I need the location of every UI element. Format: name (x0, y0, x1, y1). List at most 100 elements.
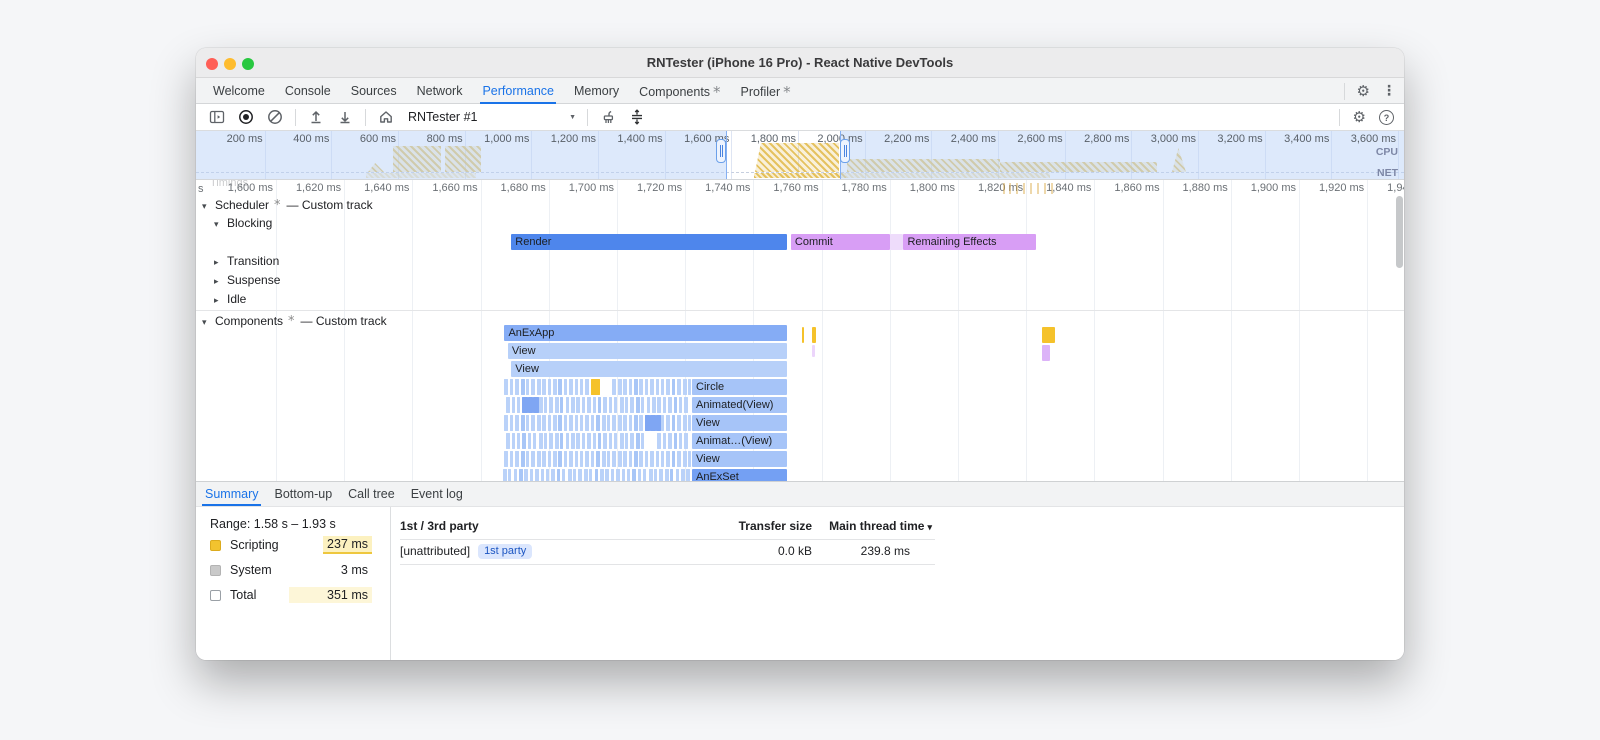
track-header-scheduler[interactable]: ▾ Scheduler * — Custom track (202, 198, 373, 213)
component-activity-bar[interactable] (597, 433, 602, 449)
component-activity-bar[interactable] (661, 451, 665, 467)
activity-marker[interactable] (811, 327, 817, 343)
component-activity-bar[interactable] (650, 451, 655, 467)
component-activity-bar[interactable] (634, 451, 639, 467)
component-activity-bar[interactable] (677, 415, 681, 431)
component-activity-bar[interactable] (678, 433, 683, 449)
home-icon[interactable] (377, 108, 395, 126)
component-activity-bar[interactable] (596, 451, 600, 467)
flame-bar-render[interactable]: Render (511, 234, 788, 250)
component-activity-bar[interactable] (644, 451, 649, 467)
component-activity-bar[interactable] (670, 469, 674, 481)
component-activity-bar[interactable] (590, 451, 595, 467)
component-activity-bar[interactable] (563, 415, 568, 431)
component-activity-bar[interactable] (623, 379, 627, 395)
component-activity-bar[interactable] (558, 451, 562, 467)
component-activity-bar[interactable] (547, 379, 551, 395)
activity-marker[interactable] (1041, 327, 1055, 343)
component-activity-bar[interactable] (607, 415, 611, 431)
component-activity-bar[interactable] (585, 415, 590, 431)
component-activity-bar[interactable] (565, 433, 569, 449)
component-activity-bar[interactable] (553, 379, 558, 395)
clear-icon[interactable] (266, 108, 284, 126)
component-activity-bar[interactable] (673, 433, 677, 449)
component-activity-bar[interactable] (653, 469, 658, 481)
component-activity-bar[interactable] (533, 433, 537, 449)
component-activity-bar[interactable] (601, 415, 606, 431)
component-activity-bar[interactable] (592, 397, 596, 413)
component-activity-bar[interactable] (543, 397, 548, 413)
selection-right-handle[interactable] (840, 139, 850, 163)
component-activity-bar[interactable] (570, 397, 575, 413)
component-activity-bar[interactable] (668, 433, 673, 449)
column-header-transfer-size[interactable]: Transfer size (662, 519, 812, 533)
flame-chart[interactable]: 1,600 ms 1,620 ms 1,640 ms 1,660 ms 1,680 ms… (196, 180, 1404, 481)
component-activity-bar[interactable] (542, 415, 546, 431)
component-activity-bar[interactable] (617, 379, 622, 395)
component-activity-bar[interactable] (551, 469, 556, 481)
component-activity-bar[interactable] (572, 469, 577, 481)
component-activity-bar[interactable] (524, 469, 528, 481)
component-activity-bar[interactable] (608, 397, 613, 413)
component-activity-bar[interactable] (587, 433, 592, 449)
component-activity-bar[interactable] (684, 433, 689, 449)
component-activity-bar[interactable] (569, 415, 574, 431)
component-activity-bar[interactable] (596, 415, 600, 431)
component-activity-bar[interactable] (581, 397, 586, 413)
more-options-kebab-icon[interactable]: ⋮ (1382, 84, 1396, 98)
component-activity-bar[interactable] (616, 469, 621, 481)
component-activity-bar[interactable] (657, 433, 661, 449)
component-activity-bar[interactable] (601, 451, 606, 467)
component-activity-bar[interactable] (646, 397, 650, 413)
component-activity-bar[interactable] (603, 433, 608, 449)
component-activity-bar[interactable] (639, 415, 643, 431)
column-header-party[interactable]: 1st / 3rd party (400, 519, 479, 533)
column-header-main-thread-time[interactable]: Main thread time ▾ (802, 519, 932, 533)
component-activity-bar[interactable] (619, 397, 624, 413)
component-activity-bar[interactable] (688, 451, 692, 467)
component-activity-bar[interactable] (624, 433, 629, 449)
component-activity-bar[interactable] (664, 469, 669, 481)
component-activity-bar[interactable] (688, 379, 692, 395)
component-activity-bar[interactable] (536, 379, 541, 395)
selection-left-handle[interactable] (716, 139, 726, 163)
component-activity-bar[interactable] (680, 469, 685, 481)
component-activity-bar[interactable] (617, 451, 622, 467)
component-activity-bar[interactable] (513, 469, 517, 481)
component-activity-bar[interactable] (634, 415, 639, 431)
component-activity-bar[interactable] (574, 379, 578, 395)
flame-bar-anexapp[interactable]: AnExApp (504, 325, 788, 341)
component-activity-bar[interactable] (526, 415, 530, 431)
component-activity-bar[interactable] (570, 433, 575, 449)
component-activity-bar[interactable] (502, 469, 507, 481)
vertical-scrollbar[interactable] (1396, 196, 1403, 268)
flame-bar-commit[interactable]: Commit (790, 234, 890, 250)
component-activity-bar[interactable] (520, 379, 525, 395)
component-activity-bar[interactable] (504, 415, 509, 431)
component-activity-bar[interactable] (628, 379, 632, 395)
component-activity-bar[interactable] (515, 379, 519, 395)
component-activity-bar[interactable] (597, 397, 602, 413)
load-profile-icon[interactable] (307, 108, 325, 126)
collapse-tracks-icon[interactable] (628, 108, 646, 126)
flame-bar-anexset[interactable]: AnExSet (692, 469, 788, 481)
component-activity-bar[interactable] (578, 469, 582, 481)
component-activity-bar[interactable] (529, 469, 534, 481)
component-activity-bar[interactable] (549, 433, 553, 449)
component-activity-bar[interactable] (569, 451, 574, 467)
tab-profiler[interactable]: Profiler * (741, 78, 791, 104)
component-activity-bar[interactable] (678, 397, 683, 413)
component-activity-bar[interactable] (580, 415, 584, 431)
flame-bar-view[interactable]: View (507, 343, 788, 359)
component-activity-bar[interactable] (558, 379, 562, 395)
target-selector-dropdown[interactable]: RNTester #1 ▼ (408, 110, 576, 124)
component-activity-bar[interactable] (614, 433, 618, 449)
component-activity-bar[interactable] (641, 397, 645, 413)
component-activity-bar[interactable] (520, 415, 525, 431)
component-activity-bar[interactable] (589, 469, 593, 481)
component-activity-bar[interactable] (583, 469, 588, 481)
component-activity-bar[interactable] (531, 415, 535, 431)
activity-marker[interactable] (1041, 345, 1050, 361)
component-activity-bar[interactable] (515, 415, 519, 431)
component-activity-bar[interactable] (643, 469, 647, 481)
